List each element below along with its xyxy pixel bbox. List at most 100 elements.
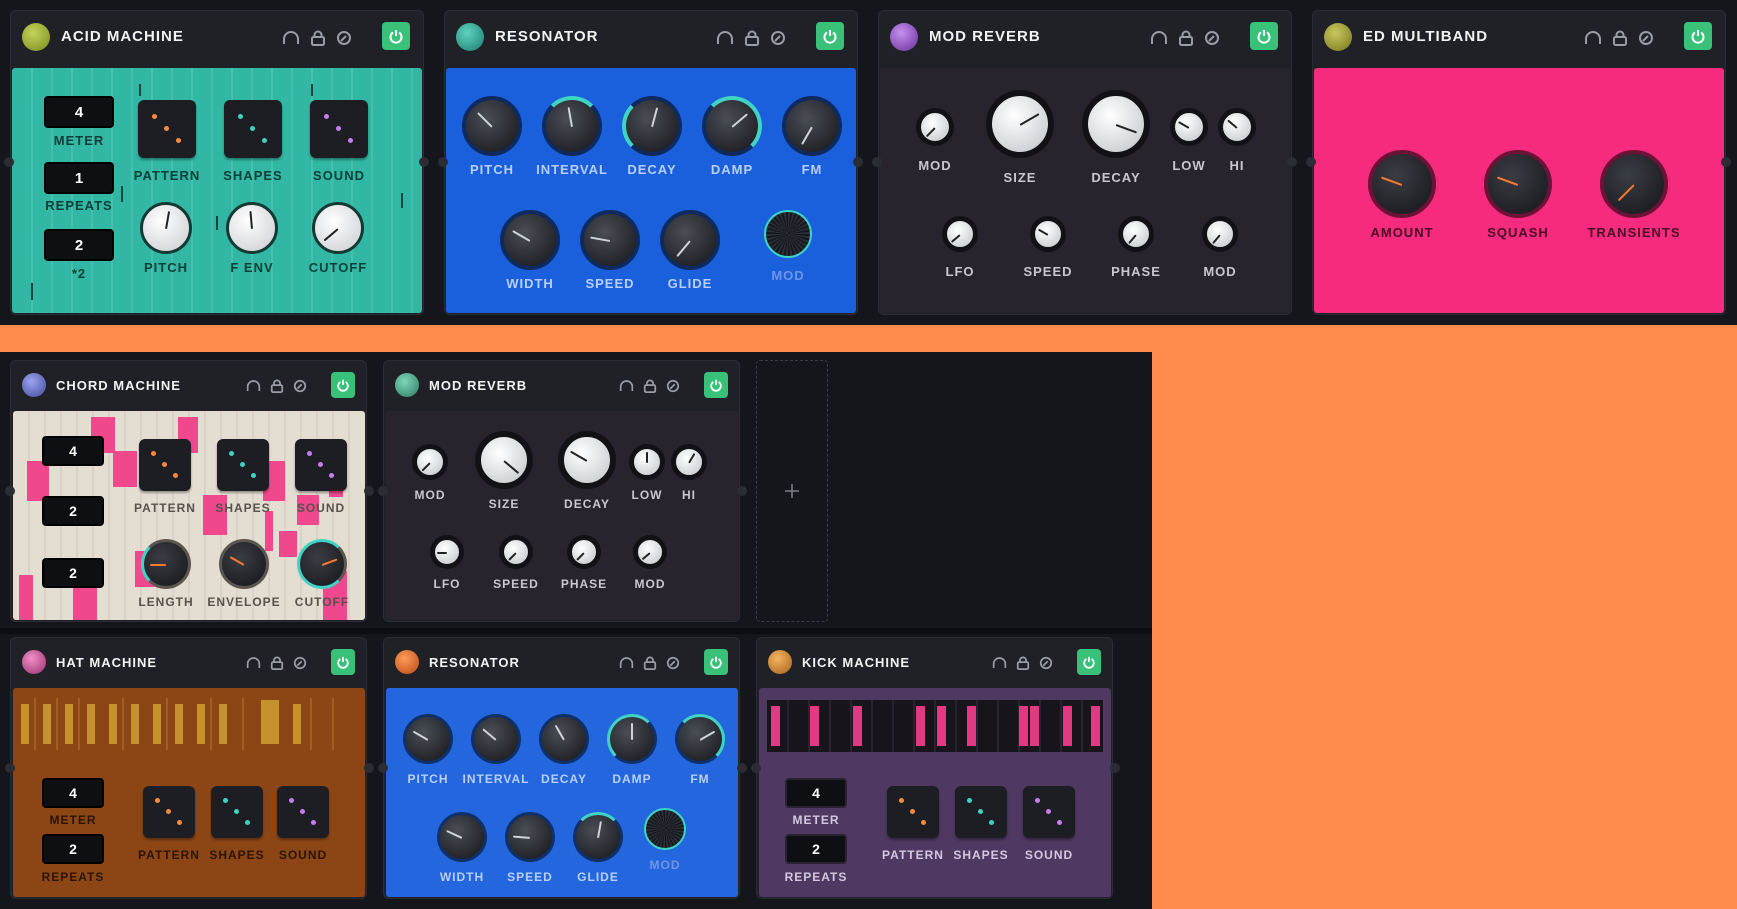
clock-icon[interactable]	[293, 656, 307, 670]
pattern-pad[interactable]	[138, 100, 196, 158]
headphones-icon[interactable]	[282, 30, 300, 46]
chord-value-1[interactable]: 4	[42, 436, 104, 466]
fm-knob[interactable]	[782, 96, 842, 156]
device-color-dot[interactable]	[22, 650, 46, 674]
phase-knob[interactable]	[1118, 216, 1154, 252]
damp-knob[interactable]	[702, 96, 762, 156]
sound-pad[interactable]	[1023, 786, 1075, 838]
length-knob[interactable]	[141, 539, 191, 589]
clock-icon[interactable]	[336, 30, 352, 46]
device-color-dot[interactable]	[395, 373, 419, 397]
lock-icon[interactable]	[310, 30, 326, 46]
device-header[interactable]: CHORD MACHINE	[10, 360, 367, 410]
cutoff-knob[interactable]	[297, 539, 347, 589]
glide-knob[interactable]	[660, 210, 720, 270]
f-env-knob[interactable]	[226, 202, 278, 254]
decay-knob[interactable]	[539, 714, 589, 764]
size-knob[interactable]	[475, 431, 533, 489]
mod-knob[interactable]	[916, 108, 954, 146]
power-button[interactable]	[382, 22, 410, 50]
lock-icon[interactable]	[744, 30, 760, 46]
device-header[interactable]: HAT MACHINE	[10, 637, 367, 687]
clock-icon[interactable]	[1638, 30, 1654, 46]
sound-pad[interactable]	[310, 100, 368, 158]
speed-knob[interactable]	[499, 535, 533, 569]
sound-pad[interactable]	[277, 786, 329, 838]
clock-icon[interactable]	[770, 30, 786, 46]
squash-knob[interactable]	[1484, 150, 1552, 218]
device-color-dot[interactable]	[1324, 23, 1352, 51]
device-header[interactable]: ACID MACHINE	[10, 10, 424, 62]
device-header[interactable]: RESONATOR	[383, 637, 740, 687]
add-device-slot[interactable]	[756, 360, 828, 622]
clock-icon[interactable]	[293, 379, 307, 393]
pitch-knob[interactable]	[403, 714, 453, 764]
headphones-icon[interactable]	[1584, 30, 1602, 46]
headphones-icon[interactable]	[246, 379, 261, 393]
headphones-icon[interactable]	[619, 656, 634, 670]
device-color-dot[interactable]	[768, 650, 792, 674]
lock-icon[interactable]	[643, 656, 657, 670]
shapes-pad[interactable]	[217, 439, 269, 491]
headphones-icon[interactable]	[246, 656, 261, 670]
power-button[interactable]	[704, 649, 728, 675]
decay-knob[interactable]	[622, 96, 682, 156]
step-sequencer[interactable]	[767, 700, 1103, 752]
device-color-dot[interactable]	[890, 23, 918, 51]
power-button[interactable]	[816, 22, 844, 50]
mod-knob[interactable]	[644, 808, 686, 850]
mod2-knob[interactable]	[1202, 216, 1238, 252]
glide-knob[interactable]	[573, 812, 623, 862]
lock-icon[interactable]	[270, 656, 284, 670]
speed-knob[interactable]	[505, 812, 555, 862]
multiplier-value[interactable]: 2	[44, 229, 114, 261]
headphones-icon[interactable]	[716, 30, 734, 46]
speed-knob[interactable]	[1030, 216, 1066, 252]
pitch-knob[interactable]	[140, 202, 192, 254]
fm-knob[interactable]	[675, 714, 725, 764]
device-header[interactable]: ED MULTIBAND	[1312, 10, 1726, 62]
envelope-knob[interactable]	[219, 539, 269, 589]
device-header[interactable]: RESONATOR	[444, 10, 858, 62]
interval-knob[interactable]	[471, 714, 521, 764]
chord-value-2[interactable]: 2	[42, 496, 104, 526]
clock-icon[interactable]	[666, 656, 680, 670]
clock-icon[interactable]	[1204, 30, 1220, 46]
speed-knob[interactable]	[580, 210, 640, 270]
shapes-pad[interactable]	[955, 786, 1007, 838]
device-header[interactable]: KICK MACHINE	[756, 637, 1113, 687]
hi-knob[interactable]	[1218, 108, 1256, 146]
device-color-dot[interactable]	[22, 23, 50, 51]
lock-icon[interactable]	[1612, 30, 1628, 46]
width-knob[interactable]	[437, 812, 487, 862]
power-button[interactable]	[704, 372, 728, 398]
sound-pad[interactable]	[295, 439, 347, 491]
clock-icon[interactable]	[666, 379, 680, 393]
repeats-value[interactable]: 2	[785, 834, 847, 864]
phase-knob[interactable]	[567, 535, 601, 569]
shapes-pad[interactable]	[224, 100, 282, 158]
size-knob[interactable]	[986, 90, 1054, 158]
power-button[interactable]	[1250, 22, 1278, 50]
pattern-pad[interactable]	[139, 439, 191, 491]
meter-value[interactable]: 4	[44, 96, 114, 128]
hi-knob[interactable]	[671, 444, 707, 480]
power-button[interactable]	[1684, 22, 1712, 50]
power-button[interactable]	[1077, 649, 1101, 675]
device-color-dot[interactable]	[22, 373, 46, 397]
mod-knob[interactable]	[412, 444, 448, 480]
shapes-pad[interactable]	[211, 786, 263, 838]
lfo-knob[interactable]	[430, 535, 464, 569]
meter-value[interactable]: 4	[785, 778, 847, 808]
meter-value[interactable]: 4	[42, 778, 104, 808]
mod2-knob[interactable]	[633, 535, 667, 569]
power-button[interactable]	[331, 649, 355, 675]
device-header[interactable]: MOD REVERB	[878, 10, 1292, 62]
clock-icon[interactable]	[1039, 656, 1053, 670]
headphones-icon[interactable]	[1150, 30, 1168, 46]
device-color-dot[interactable]	[395, 650, 419, 674]
lock-icon[interactable]	[643, 379, 657, 393]
lock-icon[interactable]	[1016, 656, 1030, 670]
device-color-dot[interactable]	[456, 23, 484, 51]
interval-knob[interactable]	[542, 96, 602, 156]
